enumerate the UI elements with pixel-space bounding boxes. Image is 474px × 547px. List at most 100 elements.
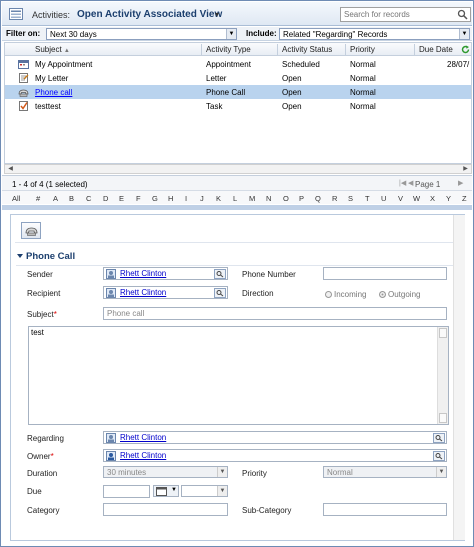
lookup-icon[interactable] bbox=[214, 269, 226, 279]
sender-lookup[interactable]: Rhett Clinton bbox=[103, 267, 228, 280]
vertical-scrollbar[interactable] bbox=[437, 327, 448, 424]
alpha-filter-x[interactable]: X bbox=[430, 194, 435, 203]
select-all-column[interactable] bbox=[9, 45, 11, 54]
recipient-lookup[interactable]: Rhett Clinton bbox=[103, 286, 228, 299]
table-row[interactable]: My Appointment Appointment Scheduled Nor… bbox=[5, 57, 471, 71]
section-header[interactable]: Phone Call bbox=[17, 251, 75, 262]
subject-input[interactable]: Phone call bbox=[103, 307, 447, 320]
category-input[interactable] bbox=[103, 503, 228, 516]
collapse-icon[interactable] bbox=[17, 254, 23, 258]
table-row[interactable]: My Letter Letter Open Normal bbox=[5, 71, 471, 85]
alpha-filter-w[interactable]: W bbox=[413, 194, 420, 203]
due-time-select[interactable]: ▼ bbox=[181, 485, 228, 497]
view-selector[interactable]: Open Activity Associated View bbox=[77, 9, 222, 20]
alpha-filter-l[interactable]: L bbox=[233, 194, 237, 203]
column-header-activity-type[interactable]: Activity Type bbox=[206, 45, 251, 54]
alpha-filter-y[interactable]: Y bbox=[446, 194, 451, 203]
alpha-filter-i[interactable]: I bbox=[185, 194, 187, 203]
description-textarea[interactable]: test bbox=[28, 326, 449, 425]
scroll-down-icon[interactable] bbox=[439, 413, 447, 423]
recipient-value[interactable]: Rhett Clinton bbox=[120, 288, 166, 297]
row-subject[interactable]: Phone call bbox=[35, 88, 72, 97]
alpha-filter-k[interactable]: K bbox=[216, 194, 221, 203]
alpha-filter-s[interactable]: S bbox=[348, 194, 353, 203]
column-header-subject[interactable]: Subject ▲ bbox=[35, 45, 70, 54]
scroll-up-icon[interactable] bbox=[439, 328, 447, 338]
alpha-filter-o[interactable]: O bbox=[283, 194, 289, 203]
phone-number-label: Phone Number bbox=[242, 270, 296, 279]
filter-select[interactable]: Next 30 days ▼ bbox=[46, 28, 237, 40]
alpha-filter-b[interactable]: B bbox=[69, 194, 74, 203]
direction-incoming-radio[interactable]: Incoming bbox=[325, 290, 366, 299]
duration-select[interactable]: 30 minutes ▼ bbox=[103, 466, 228, 478]
owner-value[interactable]: Rhett Clinton bbox=[120, 451, 166, 460]
row-subject[interactable]: My Appointment bbox=[35, 60, 92, 69]
lookup-icon[interactable] bbox=[433, 433, 445, 443]
next-page-icon[interactable]: ▶ bbox=[458, 179, 463, 187]
alpha-filter-m[interactable]: M bbox=[249, 194, 255, 203]
subcategory-input[interactable] bbox=[323, 503, 447, 516]
alpha-filter-u[interactable]: U bbox=[381, 194, 386, 203]
form-scrollbar[interactable] bbox=[453, 215, 465, 540]
sender-value[interactable]: Rhett Clinton bbox=[120, 269, 166, 278]
alpha-filter-all[interactable]: All bbox=[12, 194, 20, 203]
refresh-icon[interactable] bbox=[461, 45, 470, 54]
alpha-filter-hash[interactable]: # bbox=[36, 194, 40, 203]
save-button[interactable] bbox=[21, 222, 41, 239]
alpha-filter-f[interactable]: F bbox=[136, 194, 141, 203]
chevron-down-icon: ▼ bbox=[217, 486, 227, 496]
include-select[interactable]: Related "Regarding" Records ▼ bbox=[279, 28, 470, 40]
row-subject[interactable]: testtest bbox=[35, 102, 61, 111]
owner-lookup[interactable]: Rhett Clinton bbox=[103, 449, 447, 462]
alpha-filter-q[interactable]: Q bbox=[315, 194, 321, 203]
column-header-activity-status[interactable]: Activity Status bbox=[282, 45, 332, 54]
search-input[interactable] bbox=[341, 8, 451, 21]
record-count: 1 - 4 of 4 (1 selected) bbox=[12, 180, 88, 189]
first-page-icon[interactable]: |◀ bbox=[399, 179, 406, 187]
regarding-lookup[interactable]: Rhett Clinton bbox=[103, 431, 447, 444]
alpha-filter-n[interactable]: N bbox=[266, 194, 271, 203]
column-header-due-date[interactable]: Due Date bbox=[419, 45, 453, 54]
column-header-priority[interactable]: Priority bbox=[350, 45, 375, 54]
table-row-selected[interactable]: Phone call Phone Call Open Normal bbox=[5, 85, 471, 99]
alpha-filter-z[interactable]: Z bbox=[462, 194, 467, 203]
alpha-filter-r[interactable]: R bbox=[332, 194, 337, 203]
table-row[interactable]: testtest Task Open Normal bbox=[5, 99, 471, 113]
column-divider[interactable] bbox=[414, 44, 415, 55]
alpha-filter-p[interactable]: P bbox=[299, 194, 304, 203]
lookup-icon[interactable] bbox=[433, 451, 445, 461]
alpha-filter-h[interactable]: H bbox=[168, 194, 173, 203]
alpha-filter-v[interactable]: V bbox=[398, 194, 403, 203]
column-divider[interactable] bbox=[201, 44, 202, 55]
alpha-filter-j[interactable]: J bbox=[200, 194, 204, 203]
direction-label: Direction bbox=[242, 289, 274, 298]
scroll-left-icon[interactable]: ◀ bbox=[6, 165, 15, 173]
alpha-filter-c[interactable]: C bbox=[86, 194, 91, 203]
due-date-input[interactable] bbox=[103, 485, 150, 498]
alpha-filter-d[interactable]: D bbox=[103, 194, 108, 203]
direction-outgoing-radio[interactable]: Outgoing bbox=[379, 290, 420, 299]
alpha-filter-e[interactable]: E bbox=[119, 194, 124, 203]
row-priority: Normal bbox=[350, 102, 376, 111]
row-subject[interactable]: My Letter bbox=[35, 74, 68, 83]
priority-select[interactable]: Normal ▼ bbox=[323, 466, 447, 478]
alpha-filter-t[interactable]: T bbox=[365, 194, 370, 203]
splitter-bar[interactable] bbox=[2, 205, 472, 210]
column-divider[interactable] bbox=[277, 44, 278, 55]
previous-page-icon[interactable]: ◀ bbox=[408, 179, 413, 187]
phone-number-input[interactable] bbox=[323, 267, 447, 280]
regarding-value[interactable]: Rhett Clinton bbox=[120, 433, 166, 442]
scroll-right-icon[interactable]: ▶ bbox=[461, 165, 470, 173]
column-divider[interactable] bbox=[345, 44, 346, 55]
date-picker-button[interactable]: ▼ bbox=[153, 485, 179, 497]
horizontal-scrollbar[interactable]: ◀ ▶ bbox=[4, 164, 472, 174]
row-activity-status: Open bbox=[282, 88, 302, 97]
activities-icon bbox=[9, 8, 23, 20]
lookup-icon[interactable] bbox=[214, 288, 226, 298]
search-icon[interactable] bbox=[457, 9, 468, 20]
alpha-filter-a[interactable]: A bbox=[53, 194, 58, 203]
duration-label: Duration bbox=[27, 469, 58, 478]
phone-call-icon bbox=[18, 89, 29, 97]
alpha-filter-g[interactable]: G bbox=[152, 194, 158, 203]
view-dropdown-icon[interactable]: ▾ bbox=[215, 10, 219, 19]
